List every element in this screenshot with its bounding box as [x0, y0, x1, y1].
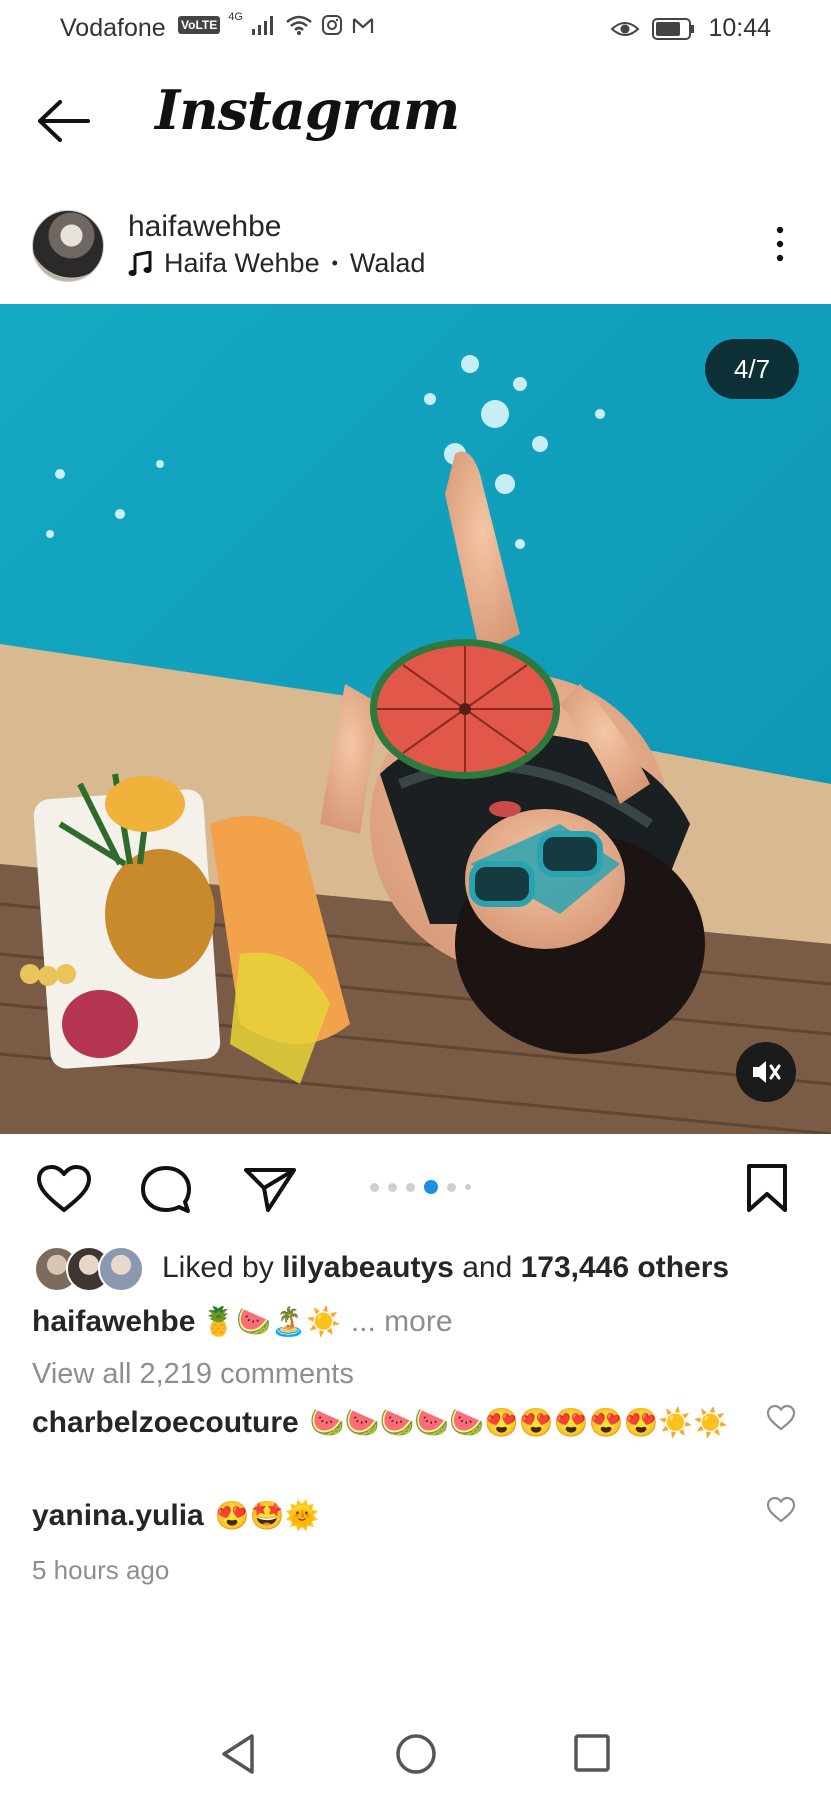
post-timestamp: 5 hours ago: [32, 1555, 170, 1585]
comment-item: yanina.yulia 😍🤩🌞: [32, 1499, 752, 1533]
post-photo[interactable]: [0, 304, 831, 1134]
system-navigation-bar: [0, 1710, 831, 1800]
nav-back-triangle-icon[interactable]: [218, 1732, 258, 1776]
carousel-page-badge: 4/7: [705, 339, 799, 399]
pool-scene-image: [0, 304, 831, 1134]
gmail-notification-icon: [352, 18, 374, 33]
more-options-icon[interactable]: [770, 225, 790, 265]
nav-recents-square-icon[interactable]: [572, 1732, 612, 1774]
instagram-logo: Instagram: [155, 78, 460, 142]
caption-more-link[interactable]: ... more: [351, 1305, 453, 1339]
comment-item: charbelzoecouture 🍉🍉🍉🍉🍉😍😍😍😍😍☀️☀️: [32, 1404, 752, 1442]
liker-avatar: [98, 1246, 144, 1292]
carousel-dot: [370, 1182, 379, 1192]
clock: 10:44: [708, 14, 771, 42]
status-bar: Vodafone VoLTE 4G 10:44: [0, 0, 831, 58]
carousel-dot: [465, 1184, 471, 1190]
liker-avatars[interactable]: [34, 1246, 144, 1292]
view-all-comments-link[interactable]: View all 2,219 comments: [32, 1358, 354, 1391]
likes-summary[interactable]: Liked by lilyabeautys and 173,446 others: [162, 1251, 729, 1285]
status-right: 10:44: [610, 14, 771, 43]
separator-dot: •: [331, 253, 338, 273]
music-info[interactable]: Haifa Wehbe • Walad: [128, 248, 425, 279]
muted-speaker-icon: [753, 1061, 781, 1083]
like-heart-icon[interactable]: [36, 1164, 92, 1214]
mute-button[interactable]: [736, 1042, 796, 1102]
carousel-dot: [406, 1182, 415, 1192]
post-caption: haifawehbe 🍍🍉🏝️☀️ ... more: [32, 1305, 453, 1339]
likes-count[interactable]: 173,446 others: [521, 1251, 729, 1284]
share-send-icon[interactable]: [242, 1164, 298, 1214]
comment-text: 😍🤩🌞: [214, 1500, 320, 1531]
save-bookmark-icon[interactable]: [745, 1162, 789, 1214]
comment-username[interactable]: charbelzoecouture: [32, 1406, 299, 1440]
author-avatar[interactable]: [32, 210, 104, 282]
back-arrow-icon[interactable]: [36, 98, 92, 144]
app-header: Instagram: [0, 58, 831, 188]
music-artist: Haifa Wehbe: [164, 248, 320, 278]
carousel-dot: [447, 1182, 456, 1192]
comment-like-heart-icon[interactable]: [766, 1496, 796, 1524]
liker-username[interactable]: lilyabeautys: [282, 1251, 454, 1284]
likes-prefix: Liked by: [162, 1251, 274, 1284]
signal-icon: [251, 16, 273, 35]
caption-emojis: 🍍🍉🏝️☀️: [201, 1306, 341, 1337]
status-icons: VoLTE 4G: [178, 11, 375, 36]
volte-badge: VoLTE: [178, 16, 221, 34]
author-username[interactable]: haifawehbe: [128, 210, 281, 244]
instagram-notification-icon: [321, 15, 342, 35]
comment-username[interactable]: yanina.yulia: [32, 1499, 204, 1533]
caption-username[interactable]: haifawehbe: [32, 1305, 195, 1339]
wifi-icon: [286, 15, 312, 35]
network-type: 4G: [228, 11, 243, 23]
carrier-name: Vodafone: [60, 14, 166, 42]
comment-text: 🍉🍉🍉🍉🍉😍😍😍😍😍☀️☀️: [309, 1407, 729, 1438]
nav-home-circle-icon[interactable]: [394, 1732, 438, 1776]
music-note-icon: [128, 250, 152, 276]
comment-icon[interactable]: [138, 1164, 194, 1216]
eye-icon: [610, 21, 640, 36]
comment-like-heart-icon[interactable]: [766, 1404, 796, 1432]
carousel-dots: [370, 1180, 471, 1194]
music-track: Walad: [349, 248, 426, 278]
battery-icon: [652, 17, 695, 40]
carousel-dot: [388, 1182, 397, 1192]
carousel-dot-active: [424, 1180, 438, 1194]
likes-conjunction: and: [462, 1251, 513, 1284]
